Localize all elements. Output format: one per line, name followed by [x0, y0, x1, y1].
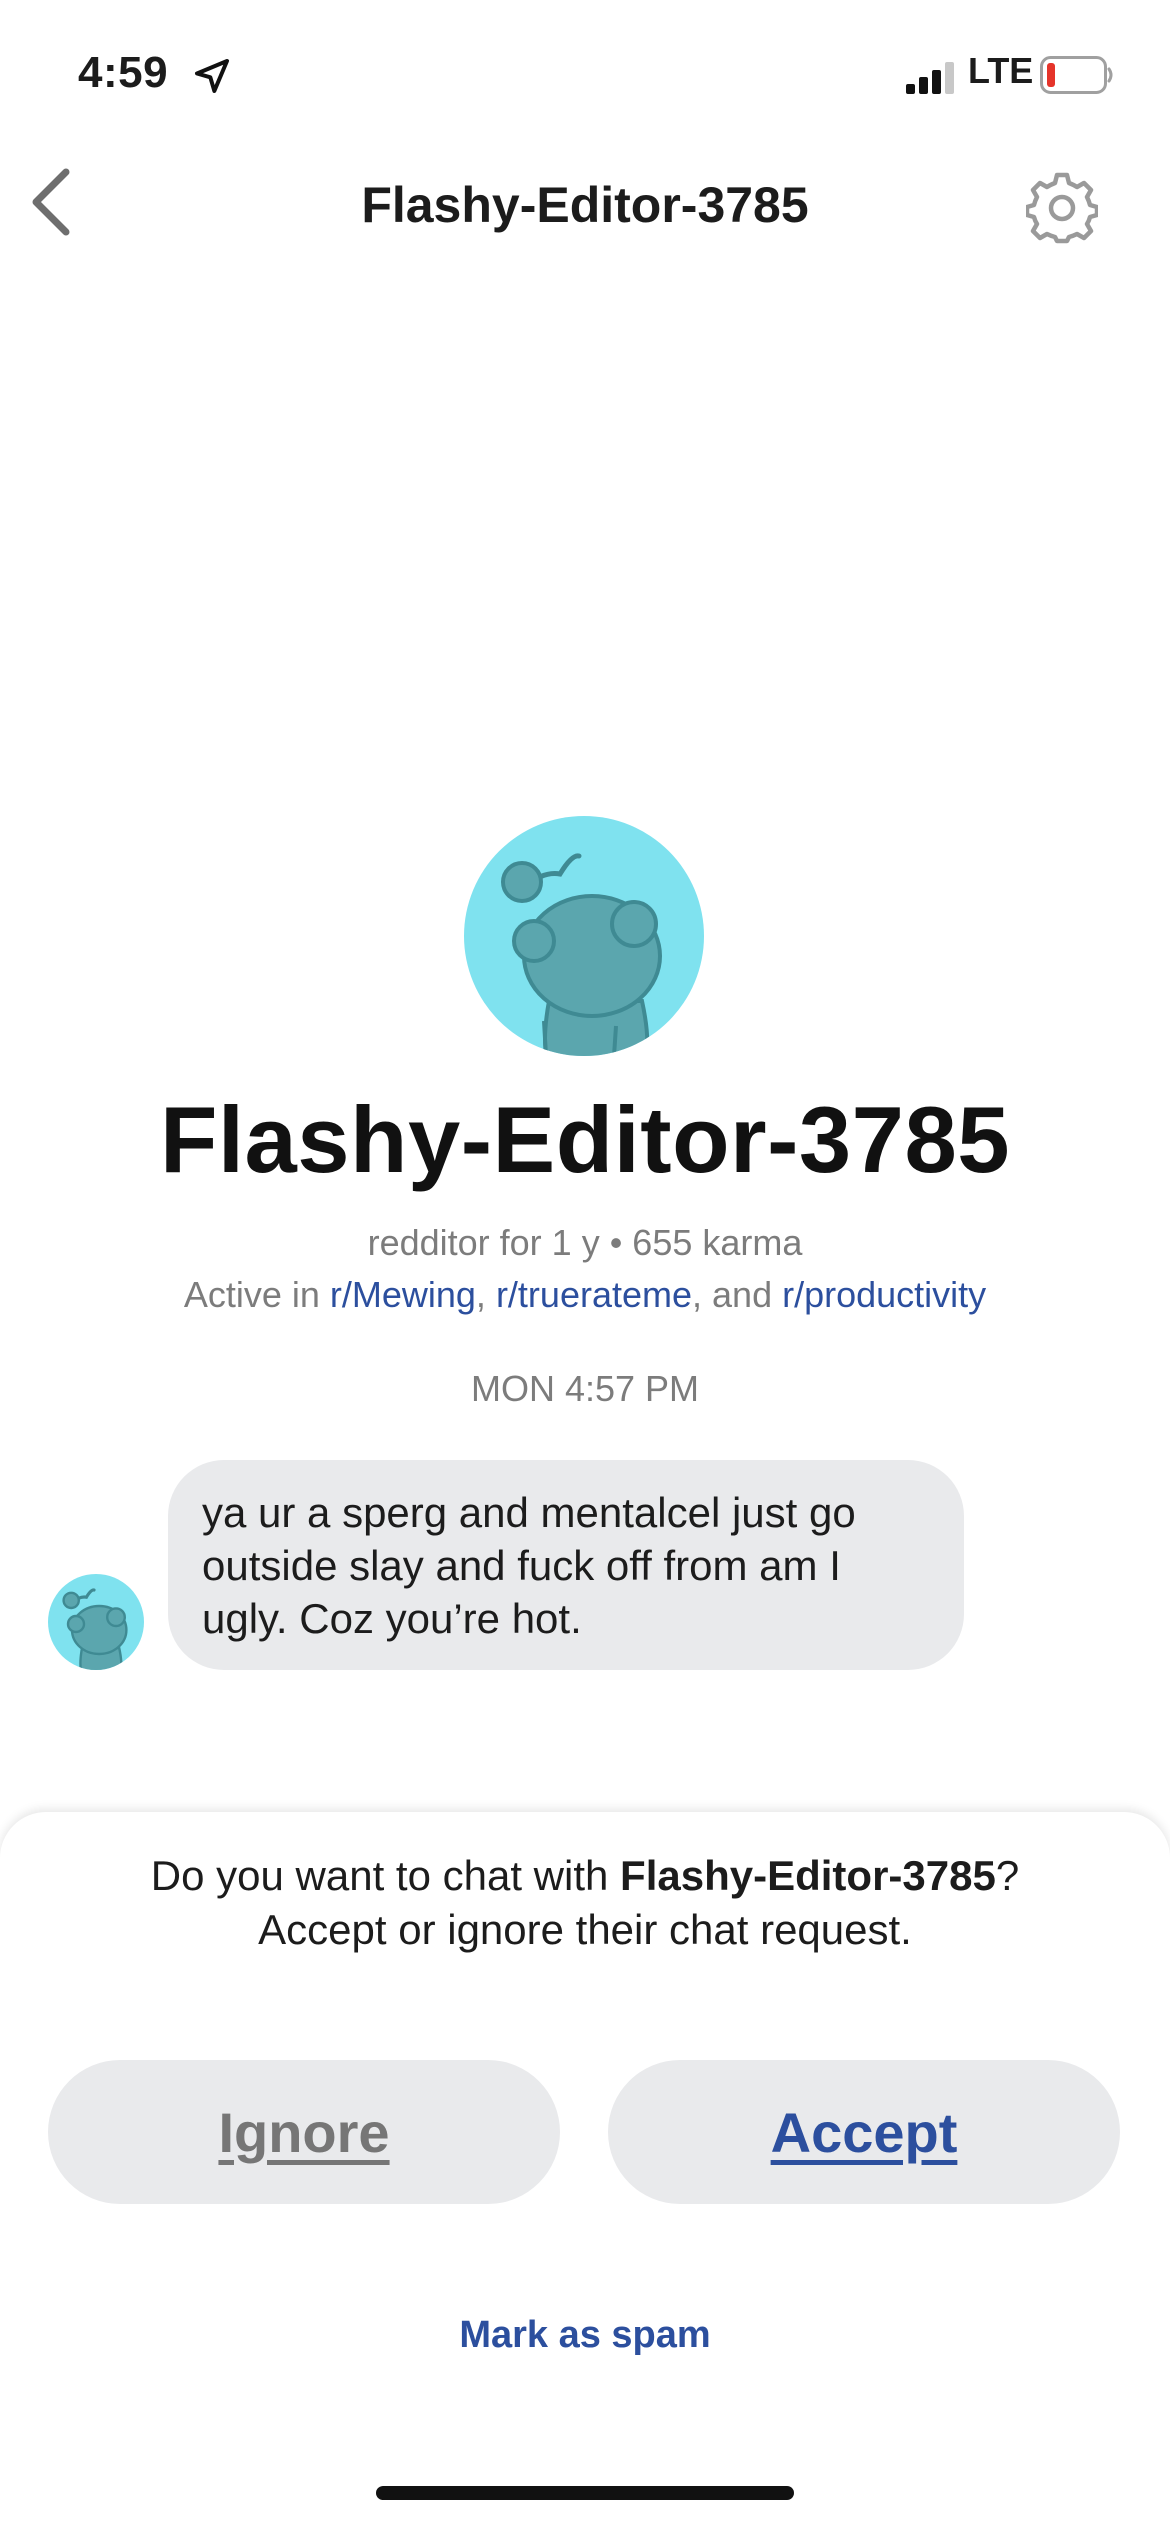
settings-gear-icon[interactable] — [1026, 172, 1098, 244]
profile-avatar[interactable] — [464, 816, 704, 1056]
separator: , and — [692, 1274, 783, 1315]
community-link-truerateme[interactable]: r/truerateme — [496, 1274, 692, 1315]
message-timestamp: MON 4:57 PM — [470, 1368, 700, 1409]
request-prompt-line2: Accept or ignore their chat request. — [258, 1906, 912, 1953]
home-indicator[interactable] — [376, 2486, 794, 2500]
network-type: LTE — [968, 50, 1034, 91]
prompt-prefix: Do you want to chat with — [150, 1852, 621, 1899]
prompt-username: Flashy-Editor-3785 — [620, 1852, 996, 1899]
active-in-prefix: Active in — [183, 1274, 330, 1315]
snoo-avatar-icon — [62, 1588, 128, 1670]
profile-meta: redditor for 1 y • 655 karma — [367, 1222, 803, 1263]
prompt-suffix: ? — [995, 1852, 1020, 1899]
profile-name: Flashy-Editor-3785 — [159, 1087, 1011, 1192]
active-in-line: Active in r/Mewing, r/truerateme, and r/… — [0, 1274, 1170, 1316]
request-prompt: Do you want to chat with Flashy-Editor-3… — [0, 1852, 1170, 1900]
status-time: 4:59 — [78, 48, 169, 97]
nav-title: Flashy-Editor-3785 — [361, 177, 809, 233]
battery-low-icon — [1040, 56, 1113, 94]
community-link-mewing[interactable]: r/Mewing — [330, 1274, 476, 1315]
accept-button[interactable]: Accept — [608, 2060, 1120, 2204]
separator: , — [475, 1274, 496, 1315]
sender-avatar[interactable] — [48, 1574, 144, 1670]
snoo-avatar-icon — [501, 853, 662, 1056]
location-arrow-icon — [195, 59, 229, 93]
cellular-signal-icon — [906, 62, 954, 94]
mark-as-spam-link[interactable]: Mark as spam — [0, 2314, 1170, 2357]
message-bubble[interactable]: ya ur a sperg and mentalcel just go outs… — [168, 1460, 964, 1670]
community-link-productivity[interactable]: r/productivity — [782, 1274, 986, 1315]
ignore-button[interactable]: Ignore — [48, 2060, 560, 2204]
